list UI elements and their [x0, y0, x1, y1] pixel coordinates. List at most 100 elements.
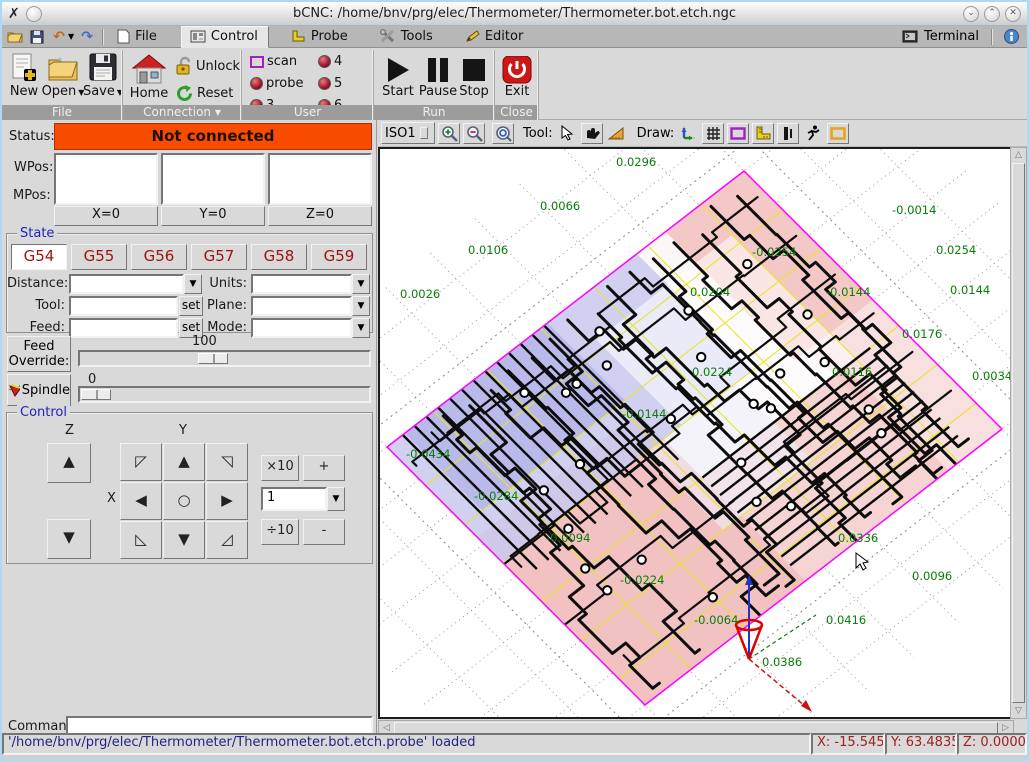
ruler-tool-icon[interactable] — [606, 123, 628, 144]
plane-dropdown-icon: ▼ — [352, 296, 370, 316]
zero-y-button[interactable]: Y=0 — [161, 206, 265, 226]
step-minus-button[interactable]: - — [303, 519, 345, 545]
ribbon-group-file: New Open▼ Save▼ File — [2, 48, 123, 120]
user-scan-button[interactable]: scan — [250, 54, 297, 69]
user-probe-button[interactable]: probe — [250, 76, 304, 91]
ruler-toggle-icon[interactable] — [752, 123, 774, 144]
distance-combobox[interactable]: ▼ — [69, 274, 202, 294]
units-combobox[interactable]: ▼ — [251, 274, 370, 294]
view-combobox[interactable]: ISO1 — [381, 122, 435, 144]
start-button[interactable]: Start — [380, 56, 416, 99]
spindle-slider[interactable] — [78, 386, 371, 403]
feed-override-slider-handle[interactable] — [198, 353, 228, 364]
probe-toggle-icon[interactable] — [777, 123, 799, 144]
jog-xy-upright-button[interactable]: ◹ — [206, 443, 248, 481]
axes-toggle-icon[interactable] — [677, 123, 699, 144]
workarea-toggle-icon[interactable] — [827, 123, 849, 144]
wpos-x-display[interactable] — [54, 153, 158, 205]
step-mul10-button[interactable]: ×10 — [261, 455, 299, 481]
tab-control[interactable]: Control — [181, 26, 269, 48]
wpos-z-display[interactable] — [268, 153, 372, 205]
jog-x-plus-button[interactable]: ▶ — [206, 482, 248, 520]
step-combobox[interactable]: 1 ▼ — [261, 487, 345, 511]
jog-z-down-button[interactable]: ▼ — [47, 519, 91, 559]
save-file-icon[interactable] — [28, 28, 46, 46]
spindle-button[interactable]: Spindle — [7, 374, 71, 406]
wcs-g58-button[interactable]: G58 — [251, 244, 307, 270]
svg-text:-0.0284: -0.0284 — [474, 489, 518, 503]
open-button[interactable]: Open▼ — [44, 52, 82, 99]
tool-entry[interactable] — [69, 296, 178, 316]
step-plus-button[interactable]: + — [303, 455, 345, 481]
jog-origin-button[interactable]: ○ — [163, 482, 205, 520]
menubar-separator — [102, 29, 103, 45]
ribbon-group-close: Exit Close — [495, 48, 539, 120]
open-file-icon[interactable] — [6, 28, 24, 46]
pause-button[interactable]: Pause — [418, 56, 458, 99]
maximize-button[interactable]: ⌃ — [984, 6, 1000, 22]
vertical-scroll-thumb[interactable] — [1012, 163, 1025, 703]
jog-xy-downleft-button[interactable]: ◺ — [120, 521, 162, 559]
undo-icon[interactable]: ↶ — [50, 28, 68, 46]
minimize-button[interactable]: ⌄ — [963, 6, 979, 22]
step-div10-button[interactable]: ÷10 — [261, 519, 299, 545]
zoom-in-icon[interactable] — [438, 123, 460, 144]
svg-text:0.0116: 0.0116 — [832, 365, 872, 379]
user-4-button[interactable]: 4 — [318, 54, 342, 69]
zero-x-button[interactable]: X=0 — [54, 206, 158, 226]
tab-file[interactable]: File — [109, 26, 167, 48]
redo-icon[interactable]: ↷ — [78, 28, 96, 46]
jog-y-minus-button[interactable]: ▼ — [163, 521, 205, 559]
tab-editor[interactable]: Editor — [457, 26, 533, 48]
reset-button[interactable]: Reset — [175, 84, 233, 103]
jog-z-up-button[interactable]: ▲ — [47, 443, 91, 483]
user-5-button[interactable]: 5 — [318, 76, 342, 91]
jog-y-plus-button[interactable]: ▲ — [163, 443, 205, 481]
exit-button[interactable]: Exit — [499, 56, 535, 99]
grid-toggle-icon[interactable] — [702, 123, 724, 144]
zero-z-button[interactable]: Z=0 — [268, 206, 372, 226]
home-button[interactable]: Home — [127, 52, 171, 101]
zoom-fit-icon[interactable] — [492, 123, 514, 144]
wcs-g54-button[interactable]: G54 — [11, 244, 67, 270]
pointer-tool-icon[interactable] — [556, 123, 578, 144]
undo-dropdown-icon[interactable]: ▼ — [68, 33, 74, 41]
unlock-button[interactable]: Unlock — [175, 56, 240, 76]
spindle-slider-handle[interactable] — [81, 389, 111, 400]
gcode-canvas[interactable]: 0.02960.00660.01060.0026-0.00140.0254-0.… — [378, 147, 1014, 719]
wcs-g55-button[interactable]: G55 — [71, 244, 127, 270]
wpos-y-display[interactable] — [161, 153, 265, 205]
svg-text:0.0416: 0.0416 — [826, 613, 866, 627]
plane-combobox[interactable]: ▼ — [251, 296, 370, 316]
save-button[interactable]: Save▼ — [86, 52, 120, 99]
stop-button[interactable]: Stop — [458, 56, 490, 99]
margin-toggle-icon[interactable] — [727, 123, 749, 144]
zoom-out-icon[interactable] — [463, 123, 485, 144]
tab-tools[interactable]: Tools — [372, 26, 443, 48]
tab-probe[interactable]: Probe — [283, 26, 358, 48]
terminal-icon — [902, 30, 918, 43]
jog-x-minus-button[interactable]: ◀ — [120, 482, 162, 520]
mode-combobox[interactable]: ▼ — [251, 318, 370, 338]
wcs-g56-button[interactable]: G56 — [131, 244, 187, 270]
new-button[interactable]: New — [8, 52, 40, 99]
canvas-vertical-scrollbar[interactable]: △ ▽ — [1010, 147, 1027, 719]
wcs-g59-button[interactable]: G59 — [311, 244, 367, 270]
moves-toggle-icon[interactable] — [802, 123, 824, 144]
bcnc-window: bCNC: /home/bnv/prg/elec/Thermometer/The… — [0, 0, 1029, 761]
tool-set-button[interactable]: set — [179, 296, 203, 316]
feed-entry[interactable] — [69, 318, 178, 338]
window-menu-button[interactable] — [26, 6, 42, 22]
feed-override-button[interactable]: Feed Override: — [7, 336, 71, 372]
info-icon[interactable] — [1004, 29, 1019, 44]
jog-xy-upleft-button[interactable]: ◸ — [120, 443, 162, 481]
svg-text:0.0144: 0.0144 — [950, 283, 990, 297]
wcs-g57-button[interactable]: G57 — [191, 244, 247, 270]
feed-override-slider[interactable] — [78, 350, 371, 367]
jog-xy-downright-button[interactable]: ◿ — [206, 521, 248, 559]
tab-terminal[interactable]: Terminal — [924, 29, 979, 44]
pan-tool-icon[interactable] — [581, 123, 603, 144]
ribbon-group-connection: Home Unlock Reset Connection ▾ — [123, 48, 242, 120]
pcb-isometric-drawing[interactable]: 0.02960.00660.01060.0026-0.00140.0254-0.… — [380, 149, 1012, 717]
close-button[interactable]: ✕ — [1005, 6, 1021, 22]
